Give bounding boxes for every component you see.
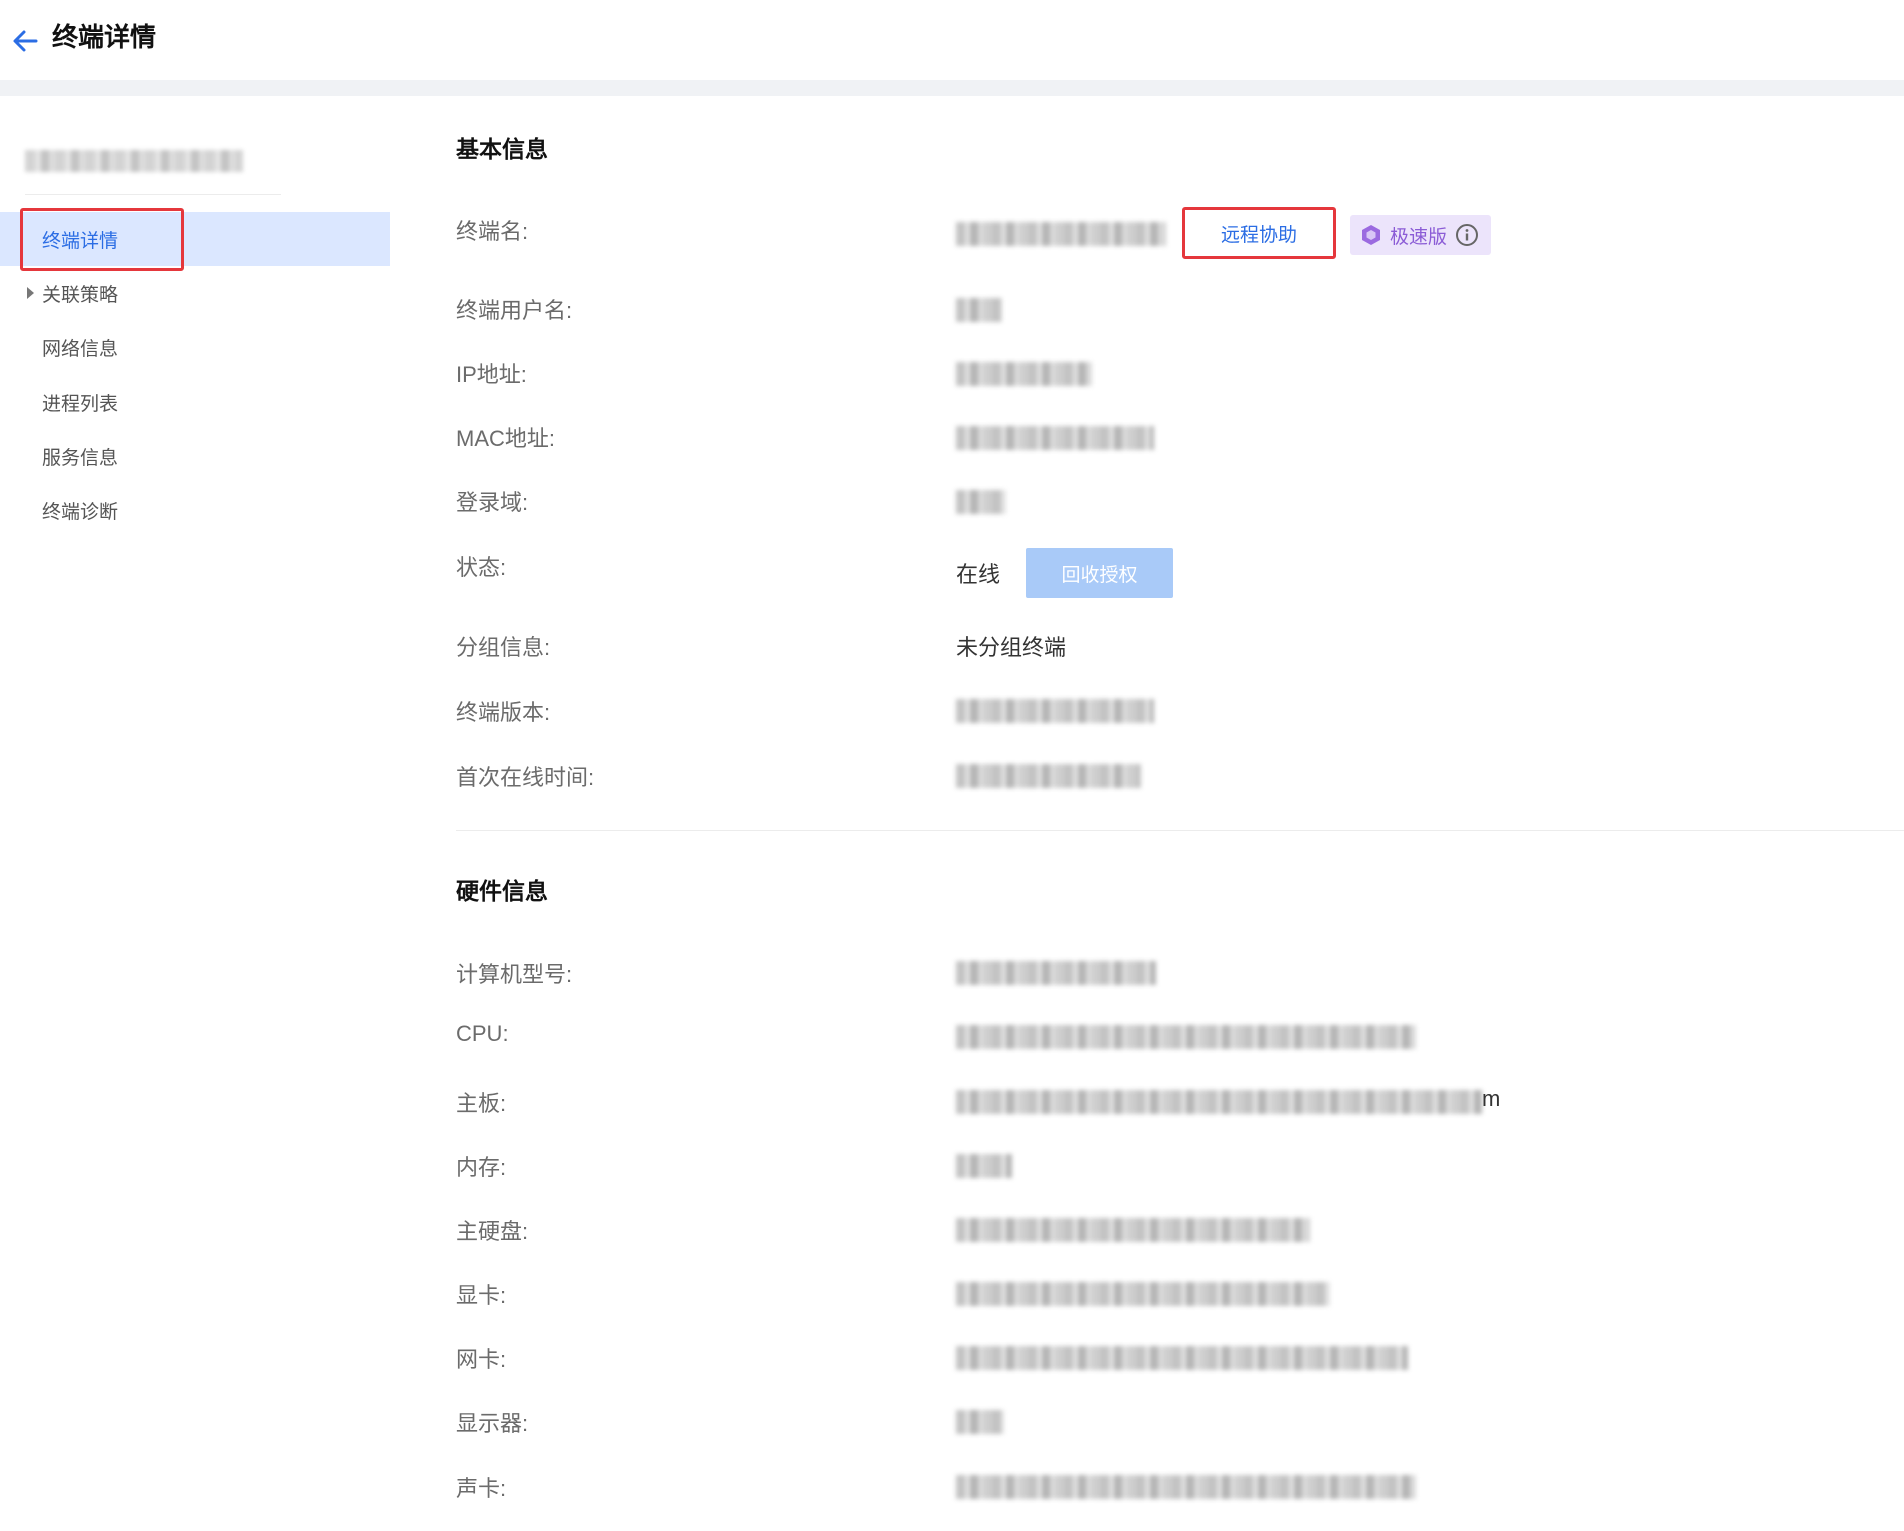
username-redacted [956,298,1002,322]
back-button[interactable] [8,24,42,58]
section-divider [456,830,1904,831]
sidebar-item-network-info[interactable]: 网络信息 [0,320,390,374]
domain-redacted [956,490,1006,514]
label-login-domain: 登录域: [456,490,529,515]
group-value: 未分组终端 [956,635,1067,660]
label-sound-card: 声卡: [456,1476,507,1501]
page-title: 终端详情 [52,22,157,52]
memory-redacted [956,1154,1012,1178]
label-ip: IP地址: [456,362,527,387]
label-computer-model: 计算机型号: [456,962,573,987]
label-graphics: 显卡: [456,1283,507,1308]
disk-redacted [956,1218,1310,1242]
sidebar-item-related-policies[interactable]: 关联策略 [0,266,390,320]
label-mac: MAC地址: [456,426,556,451]
header-separator [0,80,1904,96]
label-cpu: CPU: [456,1021,509,1046]
label-terminal-name: 终端名: [456,219,529,244]
remote-assist-label: 远程协助 [1220,224,1297,246]
graphics-redacted [956,1282,1330,1306]
label-first-online: 首次在线时间: [456,765,595,790]
cpu-redacted [956,1025,1416,1049]
ip-redacted [956,362,1092,386]
label-terminal-username: 终端用户名: [456,298,573,323]
sidebar-item-label: 终端详情 [42,230,119,252]
sidebar-item-terminal-details[interactable]: 终端详情 [0,212,390,266]
label-status: 状态: [456,555,507,580]
basic-info-title: 基本信息 [456,136,548,162]
label-monitor: 显示器: [456,1411,529,1436]
monitor-redacted [956,1410,1004,1434]
motherboard-tail: m [1482,1086,1501,1111]
device-name-redacted [25,150,243,172]
sidebar-item-process-list[interactable]: 进程列表 [0,375,390,429]
hardware-info-title: 硬件信息 [456,878,548,904]
fast-edition-label: 极速版 [1390,226,1448,248]
sound-card-redacted [956,1475,1416,1499]
label-group: 分组信息: [456,635,551,660]
label-network-card: 网卡: [456,1347,507,1372]
revoke-license-button[interactable]: 回收授权 [1026,548,1173,598]
first-online-redacted [956,764,1141,788]
sidebar-item-label: 网络信息 [42,338,119,360]
remote-assist-button[interactable]: 远程协助 [1182,207,1336,259]
hexagon-icon [1362,225,1380,245]
sidebar-divider [25,194,281,195]
label-motherboard: 主板: [456,1091,507,1116]
sidebar-item-label: 服务信息 [42,447,119,469]
mac-redacted [956,426,1154,450]
label-memory: 内存: [456,1155,507,1180]
version-redacted [956,699,1154,723]
page-header: 终端详情 [0,0,1904,80]
sidebar-item-diagnostics[interactable]: 终端诊断 [0,483,390,537]
label-main-disk: 主硬盘: [456,1219,529,1244]
motherboard-redacted [956,1090,1482,1114]
model-redacted [956,961,1156,985]
fast-edition-badge: 极速版 [1350,215,1491,255]
network-card-redacted [956,1346,1408,1370]
arrow-left-icon [13,30,38,52]
label-version: 终端版本: [456,700,551,725]
sidebar-item-label: 关联策略 [42,284,119,306]
sidebar-item-label: 进程列表 [42,393,119,415]
info-icon[interactable] [1455,223,1479,247]
sidebar-item-label: 终端诊断 [42,501,119,523]
terminal-name-redacted [956,222,1166,246]
status-value: 在线 [956,562,1001,587]
caret-right-icon [27,287,34,299]
sidebar-item-service-info[interactable]: 服务信息 [0,429,390,483]
revoke-license-label: 回收授权 [1061,564,1138,586]
